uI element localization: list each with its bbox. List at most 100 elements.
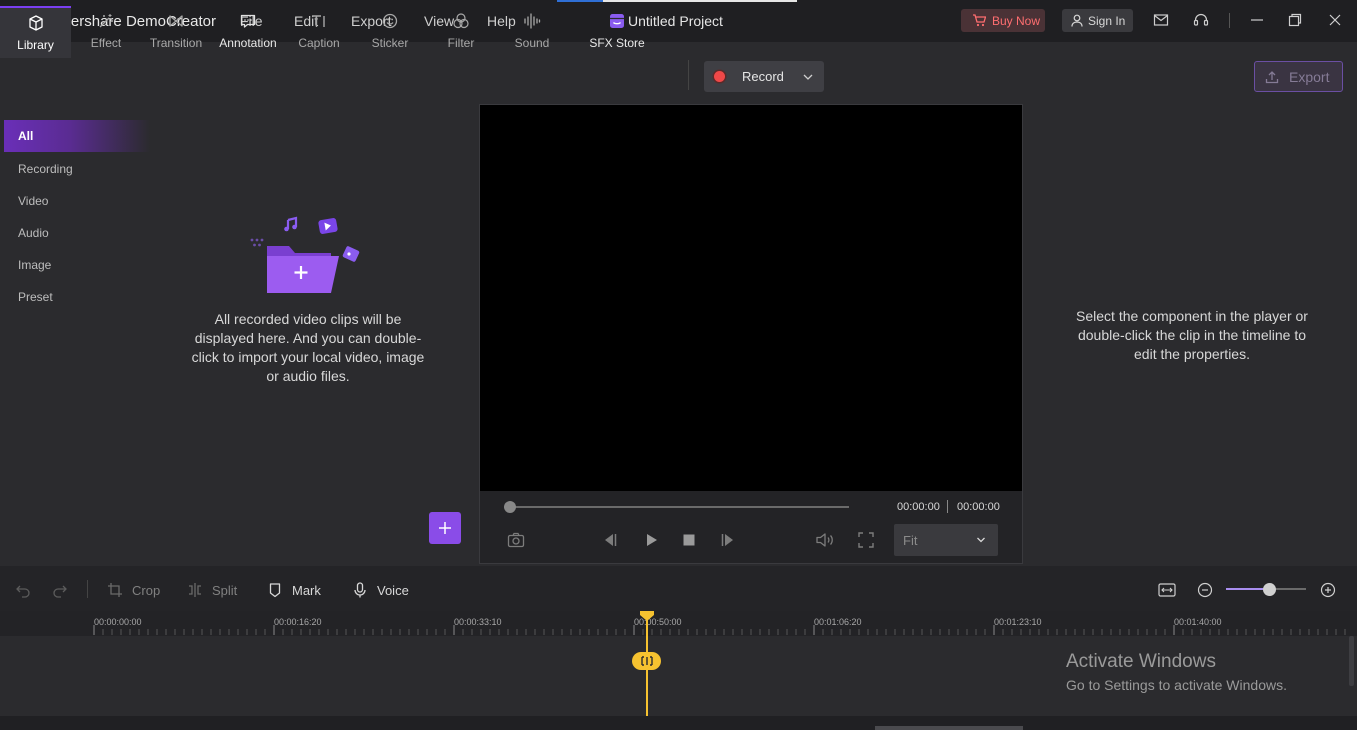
tab-effect[interactable]: Effect (80, 6, 132, 58)
tab-sound-label: Sound (514, 36, 550, 50)
tab-filter-label: Filter (447, 36, 475, 50)
library-empty-line-3: click to import your local video, image (191, 349, 425, 365)
sign-in-label: Sign In (1088, 13, 1126, 28)
zoom-in-icon (1320, 582, 1336, 598)
properties-hint-line-3: edit the properties. (1134, 346, 1250, 362)
category-recording[interactable]: Recording (18, 162, 73, 176)
split-button[interactable]: Split (187, 582, 237, 598)
redo-button[interactable] (52, 582, 68, 598)
volume-icon[interactable] (815, 531, 837, 549)
play-icon[interactable] (642, 531, 660, 549)
voice-label: Voice (377, 582, 409, 598)
record-button[interactable]: Record (704, 61, 824, 92)
title-highlight-line (603, 0, 797, 2)
library-empty-line-2: displayed here. And you can double- (194, 330, 422, 346)
mail-icon[interactable] (1153, 12, 1169, 28)
tab-filter[interactable]: Filter (440, 6, 482, 58)
properties-hint: Select the component in the player or do… (1062, 307, 1322, 364)
tab-sfx-store-label: SFX Store (589, 36, 645, 50)
upload-icon (1265, 70, 1279, 84)
category-video[interactable]: Video (18, 194, 48, 208)
tab-caption-label: Caption (298, 36, 340, 50)
buy-now-label: Buy Now (992, 13, 1041, 28)
tab-library[interactable]: Library (0, 6, 71, 58)
player-progress-handle[interactable] (504, 501, 516, 513)
tab-sound[interactable]: Sound (510, 6, 554, 58)
box-icon (27, 14, 45, 32)
voice-button[interactable]: Voice (352, 582, 409, 598)
waveform-icon (523, 12, 541, 30)
magic-wand-icon (97, 12, 115, 30)
stop-icon[interactable] (680, 531, 698, 549)
activate-windows-title: Activate Windows (1066, 651, 1216, 672)
category-all-label: All (18, 129, 34, 143)
edit-divider (87, 580, 88, 598)
zoom-in-button[interactable] (1320, 582, 1336, 598)
zoom-fit-select[interactable]: Fit (894, 524, 998, 556)
sign-in-button[interactable]: Sign In (1062, 9, 1133, 32)
zoom-out-icon (1197, 582, 1213, 598)
ruler-tick-label: 00:00:16:20 (274, 617, 322, 627)
timeline-scroll-thumb[interactable] (875, 726, 1023, 730)
category-preset[interactable]: Preset (18, 290, 53, 304)
cart-icon (972, 14, 986, 27)
empty-library-illustration (248, 212, 368, 296)
export-label: Export (1289, 68, 1330, 85)
category-audio[interactable]: Audio (18, 226, 49, 240)
minimize-icon[interactable] (1249, 12, 1265, 28)
current-time: 00:00:00 (897, 501, 940, 513)
tab-caption[interactable]: Caption (294, 6, 344, 58)
buy-now-button[interactable]: Buy Now (961, 9, 1045, 32)
properties-hint-line-1: Select the component in the player or (1076, 308, 1308, 324)
player-progress-track[interactable] (506, 506, 849, 508)
properties-hint-line-2: double-click the clip in the timeline to (1077, 327, 1306, 343)
library-empty-line-4: or audio files. (266, 368, 350, 384)
redo-icon (52, 582, 68, 598)
record-dot-icon (714, 71, 725, 82)
timeline-vertical-scroll[interactable] (1349, 636, 1354, 686)
split-label: Split (212, 582, 238, 598)
playhead-split-handle[interactable] (632, 652, 661, 670)
fullscreen-icon[interactable] (857, 531, 875, 549)
crop-icon (107, 582, 123, 598)
restore-icon[interactable] (1287, 12, 1303, 28)
split-handle-icon (639, 656, 655, 666)
chevron-down-icon[interactable] (802, 71, 814, 83)
tab-sfx-store[interactable]: SFX Store (586, 6, 648, 58)
library-empty-message: All recorded video clips will be display… (188, 310, 428, 386)
speech-bubble-icon (239, 12, 257, 30)
export-button[interactable]: Export (1254, 61, 1343, 92)
crop-button[interactable]: Crop (107, 582, 160, 598)
circles-icon (452, 12, 470, 30)
tab-sticker-label: Sticker (371, 36, 409, 50)
zoom-out-button[interactable] (1197, 582, 1213, 598)
tab-sticker[interactable]: Sticker (366, 6, 414, 58)
category-all[interactable]: All (4, 120, 150, 152)
fit-timeline-button[interactable] (1158, 582, 1176, 598)
microphone-icon (352, 582, 368, 598)
snapshot-camera-icon[interactable] (507, 531, 525, 549)
marker-icon (267, 582, 283, 598)
tab-annotation-label: Annotation (219, 36, 277, 50)
tab-annotation[interactable]: Annotation (214, 6, 282, 58)
title-accent-line (557, 0, 603, 2)
zoom-slider-handle[interactable] (1263, 583, 1276, 596)
next-frame-icon[interactable] (719, 531, 737, 549)
player-preview[interactable] (480, 105, 1022, 491)
fit-value: Fit (903, 533, 918, 548)
toolbar-divider (688, 60, 689, 90)
close-icon[interactable] (1327, 12, 1343, 28)
import-media-button[interactable] (429, 512, 461, 544)
mark-button[interactable]: Mark (267, 582, 321, 598)
store-icon (608, 12, 626, 30)
text-caption-icon (310, 12, 328, 30)
user-icon (1071, 14, 1083, 27)
category-image[interactable]: Image (18, 258, 51, 272)
undo-button[interactable] (15, 582, 31, 598)
tab-transition[interactable]: Transition (146, 6, 206, 58)
mark-label: Mark (292, 582, 321, 598)
ruler-tick-label: 00:01:40:00 (1174, 617, 1222, 627)
headset-support-icon[interactable] (1193, 12, 1209, 28)
previous-frame-icon[interactable] (601, 531, 619, 549)
title-divider (1229, 13, 1230, 28)
